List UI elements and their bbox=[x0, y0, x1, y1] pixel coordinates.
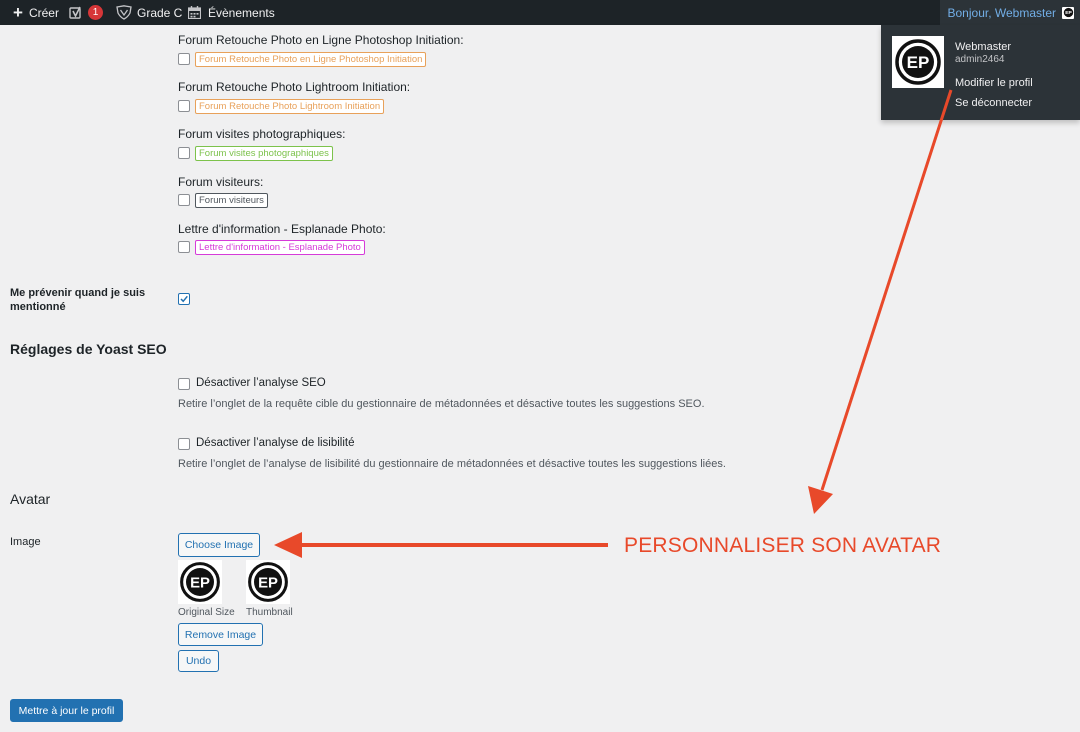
update-profile-button[interactable]: Mettre à jour le profil bbox=[10, 699, 123, 722]
plus-icon: + bbox=[13, 3, 23, 22]
arrow-from-profile-menu bbox=[808, 89, 953, 514]
svg-text:EP: EP bbox=[258, 575, 278, 591]
forum-title: Forum visites photographiques: bbox=[178, 127, 346, 141]
yoast-heading: Réglages de Yoast SEO bbox=[10, 341, 167, 357]
events-label: Évènements bbox=[208, 5, 275, 20]
greeting: Bonjour, Webmaster bbox=[947, 5, 1057, 20]
original-size-caption: Original Size bbox=[178, 607, 235, 618]
shield-icon bbox=[116, 5, 132, 20]
undo-button[interactable]: Undo bbox=[178, 650, 219, 672]
edit-profile-link[interactable]: Modifier le profil bbox=[955, 77, 1033, 89]
forum-checkbox[interactable] bbox=[178, 194, 190, 206]
forum-title: Forum Retouche Photo en Ligne Photoshop … bbox=[178, 33, 464, 47]
forum-tag: Forum Retouche Photo en Ligne Photoshop … bbox=[195, 52, 427, 67]
disable-readability-description: Retire l’onglet de l’analyse de lisibili… bbox=[178, 458, 726, 470]
disable-readability-label[interactable]: Désactiver l’analyse de lisibilité bbox=[196, 437, 355, 449]
forum-checkbox[interactable] bbox=[178, 241, 190, 253]
dropdown-user-login: admin2464 bbox=[955, 54, 1005, 65]
image-label: Image bbox=[10, 536, 41, 548]
forum-tag: Forum Retouche Photo Lightroom Initiatio… bbox=[195, 99, 385, 114]
choose-image-button[interactable]: Choose Image bbox=[178, 533, 260, 557]
my-account-menu[interactable]: Bonjour, Webmaster EP bbox=[939, 0, 1080, 25]
yoast-icon bbox=[69, 6, 81, 19]
disable-readability-checkbox[interactable] bbox=[178, 438, 190, 450]
checkmark-icon bbox=[180, 295, 188, 303]
forum-title: Forum visiteurs: bbox=[178, 175, 264, 189]
forum-tag: Forum visites photographiques bbox=[195, 146, 333, 161]
logout-link[interactable]: Se déconnecter bbox=[955, 97, 1032, 109]
user-dropdown: EP Webmaster admin2464 Modifier le profi… bbox=[881, 25, 1080, 120]
remove-image-button[interactable]: Remove Image bbox=[178, 623, 263, 646]
forum-checkbox[interactable] bbox=[178, 147, 190, 159]
forum-checkbox[interactable] bbox=[178, 100, 190, 112]
avatar-heading: Avatar bbox=[10, 491, 51, 507]
forum-checkbox[interactable] bbox=[178, 53, 190, 65]
forum-tag: Forum visiteurs bbox=[195, 193, 268, 208]
mini-avatar: EP bbox=[1062, 6, 1074, 19]
svg-text:EP: EP bbox=[907, 53, 930, 72]
admin-bar: + Créer 1 Grade C Évènements Bonjour, We… bbox=[0, 0, 1080, 25]
thumbnail-caption: Thumbnail bbox=[246, 607, 293, 618]
disable-seo-description: Retire l’onglet de la requête cible du g… bbox=[178, 398, 705, 410]
mention-label: Me prévenir quand je suis mentionné bbox=[10, 287, 146, 313]
create-menu[interactable]: + Créer bbox=[13, 0, 59, 25]
forum-tag: Lettre d'information - Esplanade Photo bbox=[195, 240, 365, 255]
thumbnail-preview: EP bbox=[246, 560, 290, 604]
mention-checkbox[interactable] bbox=[178, 293, 190, 305]
forum-title: Forum Retouche Photo Lightroom Initiatio… bbox=[178, 80, 411, 94]
arrow-to-choose-image bbox=[274, 532, 608, 558]
svg-text:EP: EP bbox=[1065, 10, 1072, 16]
create-label: Créer bbox=[28, 5, 59, 20]
original-size-preview: EP bbox=[178, 560, 222, 604]
dropdown-avatar: EP bbox=[892, 36, 944, 88]
svg-text:EP: EP bbox=[190, 575, 210, 591]
notification-badge: 1 bbox=[88, 5, 103, 20]
calendar-icon bbox=[188, 6, 201, 19]
forum-title: Lettre d'information - Esplanade Photo: bbox=[178, 222, 386, 236]
annotation-text: PERSONNALISER SON AVATAR bbox=[624, 534, 942, 557]
disable-seo-label[interactable]: Désactiver l’analyse SEO bbox=[196, 377, 326, 389]
grade-menu[interactable]: Grade C bbox=[116, 0, 182, 25]
yoast-menu[interactable]: 1 bbox=[69, 0, 103, 25]
events-menu[interactable]: Évènements bbox=[188, 0, 275, 25]
grade-label: Grade C bbox=[137, 5, 183, 20]
dropdown-user-name[interactable]: Webmaster bbox=[955, 41, 1011, 53]
disable-seo-checkbox[interactable] bbox=[178, 378, 190, 390]
